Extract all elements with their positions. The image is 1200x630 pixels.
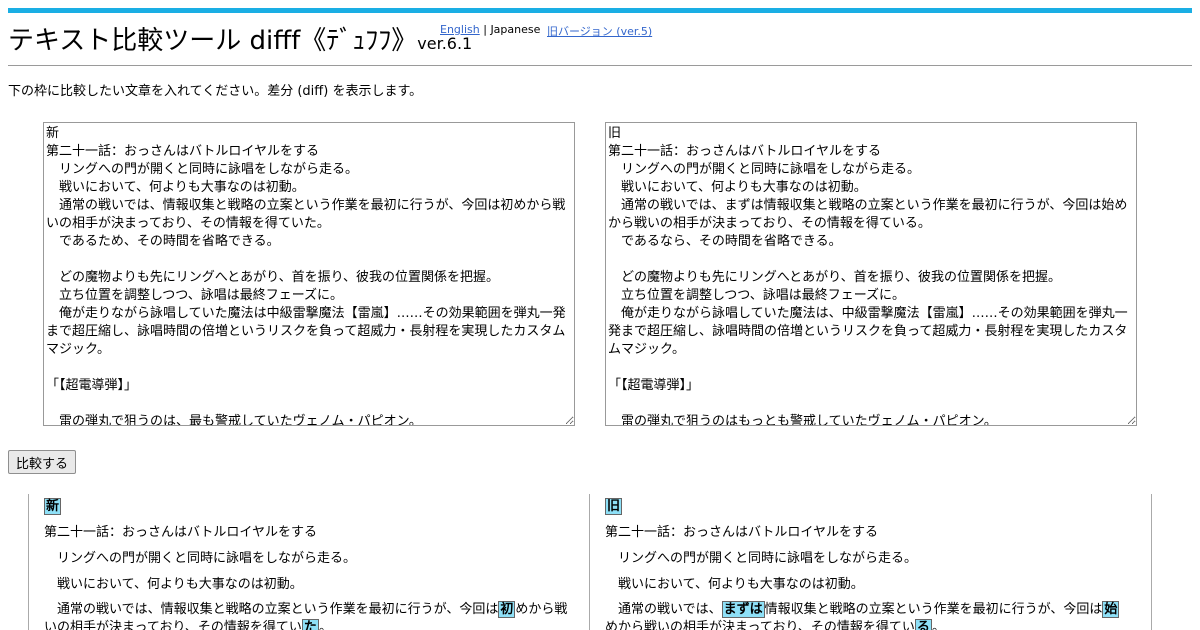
top-accent-bar <box>8 8 1192 13</box>
result-line: 第二十一話：おっさんはバトルロイヤルをする <box>44 525 318 540</box>
description-text: 下の枠に比較したい文章を入れてください。差分 (diff) を表示します。 <box>8 84 423 99</box>
result-line: 新 <box>44 494 589 520</box>
result-text: めから戦いの相手が決まっており、その情報を得てい <box>605 620 915 630</box>
result-line: 通常の戦いでは、情報収集と戦略の立案という作業を最初に行うが、今回は初めから戦い… <box>44 598 569 630</box>
diff-highlight: た <box>301 619 319 630</box>
result-text: 。 <box>931 620 945 630</box>
title-text: テキスト比較ツール difff《ﾃﾞｭﾌﾌ》 <box>8 26 418 56</box>
language-switcher: English | Japanese <box>440 23 540 36</box>
header-divider <box>8 65 1192 66</box>
result-new-column: 新 第二十一話：おっさんはバトルロイヤルをする リングへの門が開くと同時に詠唱を… <box>28 494 589 630</box>
diff-highlight: 初 <box>498 601 516 618</box>
lang-english-link[interactable]: English <box>440 23 480 36</box>
result-line: リングへの門が開くと同時に詠唱をしながら走る。 <box>605 551 918 566</box>
lang-japanese-label: Japanese <box>490 23 541 36</box>
result-text: 。 <box>318 620 332 630</box>
new-text-input[interactable]: 新 第二十一話：おっさんはバトルロイヤルをする リングへの門が開くと同時に詠唱を… <box>43 122 575 426</box>
diff-highlight: 始 <box>1102 601 1120 618</box>
result-line: 旧 <box>605 494 1151 520</box>
result-text: 通常の戦いでは、 <box>605 602 722 617</box>
result-line: 戦いにおいて、何よりも大事なのは初動。 <box>44 577 303 592</box>
diff-highlight: る <box>914 619 932 630</box>
result-line: リングへの門が開くと同時に詠唱をしながら走る。 <box>44 551 357 566</box>
diff-highlight: 新 <box>44 498 62 515</box>
result-old-column: 旧 第二十一話：おっさんはバトルロイヤルをする リングへの門が開くと同時に詠唱を… <box>589 494 1152 630</box>
result-text: 情報収集と戦略の立案という作業を最初に行うが、今回は <box>764 602 1103 617</box>
version-label: ver.6.1 <box>417 34 473 53</box>
diff-highlight: 旧 <box>605 498 623 515</box>
result-text: 通常の戦いでは、情報収集と戦略の立案という作業を最初に行うが、今回は <box>44 602 499 617</box>
compare-button[interactable]: 比較する <box>8 450 77 474</box>
result-line: 戦いにおいて、何よりも大事なのは初動。 <box>605 577 864 592</box>
old-version-link[interactable]: 旧バージョン (ver.5) <box>547 23 652 39</box>
result-line: 通常の戦いでは、 まずは 情報収集と戦略の立案という作業を最初に行うが、今回は 始めか… <box>605 598 1131 630</box>
diff-highlight: まずは <box>721 601 765 618</box>
result-line: 第二十一話：おっさんはバトルロイヤルをする <box>605 525 879 540</box>
lang-separator: | <box>479 23 491 36</box>
page-title: テキスト比較ツール difff《ﾃﾞｭﾌﾌ》ver.6.1 <box>8 24 472 61</box>
old-text-input[interactable]: 旧 第二十一話：おっさんはバトルロイヤルをする リングへの門が開くと同時に詠唱を… <box>605 122 1137 426</box>
